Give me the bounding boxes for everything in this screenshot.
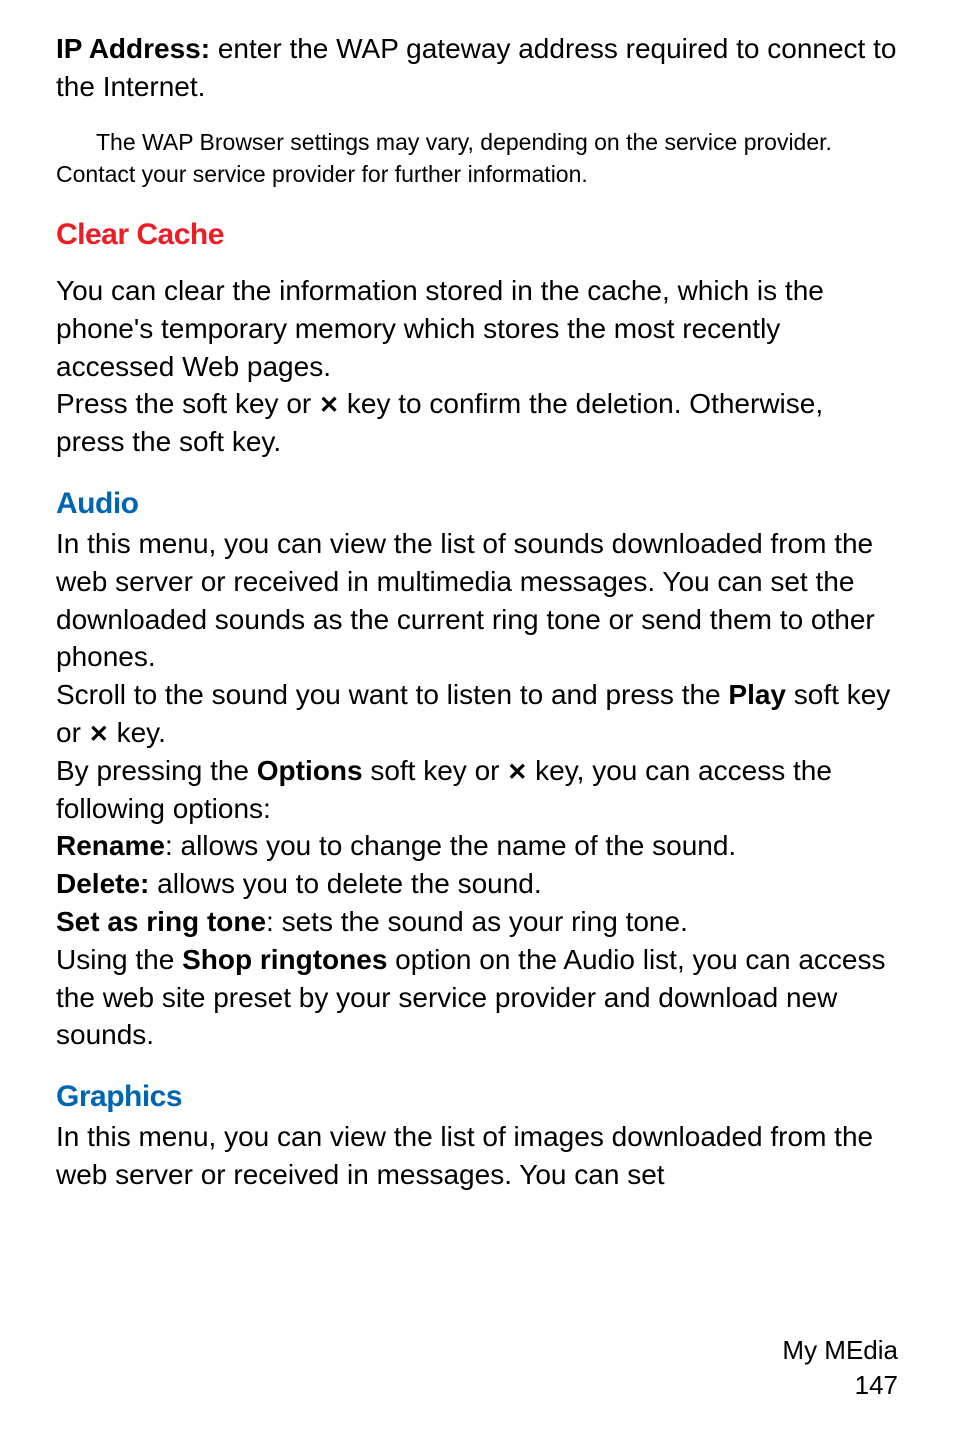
audio-p1: In this menu, you can view the list of s…: [56, 525, 898, 676]
ip-address-paragraph: IP Address: enter the WAP gateway addres…: [56, 30, 898, 106]
ip-address-label: IP Address:: [56, 33, 210, 64]
options-label: Options: [257, 755, 363, 786]
audio-p4: Using the Shop ringtones option on the A…: [56, 941, 898, 1054]
cc-p2-a: Press the: [56, 388, 182, 419]
footer-page-number: 147: [782, 1368, 898, 1403]
audio-p4-a: Using the: [56, 944, 182, 975]
delete-line: Delete: allows you to delete the sound.: [56, 865, 898, 903]
confirm-key-icon: ✕: [319, 390, 339, 422]
cc-p2-d: soft key.: [179, 426, 281, 457]
note-line1: The WAP Browser settings may vary, depen…: [96, 129, 832, 155]
rename-line: Rename: allows you to change the name of…: [56, 827, 898, 865]
delete-label: Delete:: [56, 868, 149, 899]
graphics-p1: In this menu, you can view the list of i…: [56, 1118, 898, 1194]
audio-heading: Audio: [56, 487, 898, 521]
setring-line: Set as ring tone: sets the sound as your…: [56, 903, 898, 941]
clear-cache-p1: You can clear the information stored in …: [56, 272, 898, 385]
audio-p2-d: key.: [109, 717, 166, 748]
audio-p2-a: Scroll to the sound you want to listen t…: [56, 679, 728, 710]
audio-p3-a: By pressing the: [56, 755, 257, 786]
rename-text: : allows you to change the name of the s…: [165, 830, 736, 861]
options-key-icon: ✕: [507, 757, 527, 789]
page-footer: My MEdia 147: [782, 1333, 898, 1403]
shop-ringtones-label: Shop ringtones: [182, 944, 387, 975]
clear-cache-heading: Clear Cache: [56, 218, 898, 252]
play-key-icon: ✕: [89, 719, 109, 751]
setring-text: : sets the sound as your ring tone.: [266, 906, 688, 937]
audio-p3-c: soft key or: [363, 755, 508, 786]
setring-label: Set as ring tone: [56, 906, 266, 937]
note-line2: Contact your service provider for furthe…: [56, 158, 898, 190]
footer-section: My MEdia: [782, 1333, 898, 1368]
clear-cache-p2: Press the soft key or ✕ key to confirm t…: [56, 385, 898, 461]
note-paragraph: The WAP Browser settings may vary, depen…: [56, 126, 898, 190]
rename-label: Rename: [56, 830, 165, 861]
cc-p2-b: soft key or: [182, 388, 319, 419]
audio-p2: Scroll to the sound you want to listen t…: [56, 676, 898, 752]
audio-p3: By pressing the Options soft key or ✕ ke…: [56, 752, 898, 828]
play-label: Play: [728, 679, 786, 710]
graphics-heading: Graphics: [56, 1080, 898, 1114]
delete-text: allows you to delete the sound.: [149, 868, 541, 899]
